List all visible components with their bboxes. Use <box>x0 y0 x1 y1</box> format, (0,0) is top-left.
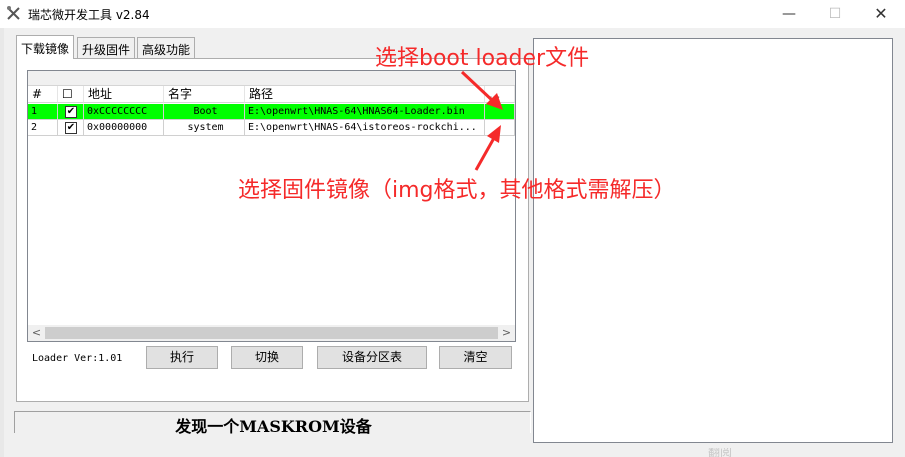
row-name[interactable]: Boot <box>164 104 245 120</box>
column-header-select-all[interactable]: ☐ <box>58 86 84 103</box>
partition-table-button[interactable]: 设备分区表 <box>317 346 427 369</box>
row-checkbox[interactable]: ✔ <box>65 106 77 118</box>
annotation-firmware-image: 选择固件镜像（img格式，其他格式需解压） <box>238 178 676 203</box>
execute-button[interactable]: 执行 <box>146 346 218 369</box>
title-bar: 瑞芯微开发工具 v2.84 — ☐ ✕ <box>0 0 905 28</box>
row-name[interactable]: system <box>164 120 245 136</box>
row-address[interactable]: 0x00000000 <box>84 120 164 136</box>
window-title: 瑞芯微开发工具 v2.84 <box>28 8 150 22</box>
maximize-button[interactable]: ☐ <box>812 0 858 28</box>
background-window-fragment: 翻阅 <box>708 448 733 457</box>
image-list-table: # ☐ 地址 名字 路径 ... 1 ✔ 0xCCCCCCCC Boot E:\… <box>27 70 516 342</box>
row-path[interactable]: E:\openwrt\HNAS-64\HNAS64-Loader.bin <box>245 104 485 120</box>
minimize-button[interactable]: — <box>766 0 812 28</box>
device-status-text: 发现一个MASKROM设备 <box>175 417 372 436</box>
scroll-right-arrow[interactable]: > <box>498 325 515 341</box>
close-button[interactable]: ✕ <box>858 0 904 28</box>
switch-button[interactable]: 切换 <box>231 346 303 369</box>
column-header-address[interactable]: 地址 <box>84 86 164 103</box>
scroll-thumb[interactable] <box>45 327 498 339</box>
table-row[interactable]: 1 ✔ 0xCCCCCCCC Boot E:\openwrt\HNAS-64\H… <box>28 104 515 120</box>
row-checkbox-cell: ✔ <box>58 120 84 136</box>
row-index: 2 <box>28 120 58 136</box>
status-bar: 发现一个MASKROM设备 <box>14 411 531 436</box>
column-header-browse[interactable]: ... <box>485 86 515 103</box>
tab-advanced[interactable]: 高级功能 <box>137 37 196 58</box>
app-tools-icon <box>7 6 20 20</box>
tab-upgrade-firmware[interactable]: 升级固件 <box>77 37 136 58</box>
clear-button[interactable]: 清空 <box>439 346 512 369</box>
column-header-index[interactable]: # <box>28 86 58 103</box>
column-header-name[interactable]: 名字 <box>164 86 245 103</box>
window-edge <box>0 28 4 457</box>
row-address[interactable]: 0xCCCCCCCC <box>84 104 164 120</box>
annotation-boot-loader: 选择boot loader文件 <box>375 46 590 71</box>
row-browse-button[interactable] <box>485 104 515 120</box>
row-index: 1 <box>28 104 58 120</box>
row-checkbox[interactable]: ✔ <box>65 122 77 134</box>
table-row[interactable]: 2 ✔ 0x00000000 system E:\openwrt\HNAS-64… <box>28 120 515 136</box>
row-checkbox-cell: ✔ <box>58 104 84 120</box>
column-header-path[interactable]: 路径 <box>245 86 485 103</box>
tab-download-image[interactable]: 下载镜像 <box>16 35 75 59</box>
loader-version-label: Loader Ver:1.01 <box>32 353 123 364</box>
row-path[interactable]: E:\openwrt\HNAS-64\istoreos-rockchi... <box>245 120 485 136</box>
table-top-band <box>28 71 515 86</box>
scroll-left-arrow[interactable]: < <box>28 325 45 341</box>
row-browse-button[interactable] <box>485 120 515 136</box>
horizontal-scrollbar[interactable]: < > <box>28 325 515 341</box>
log-output-panel[interactable] <box>533 38 893 443</box>
